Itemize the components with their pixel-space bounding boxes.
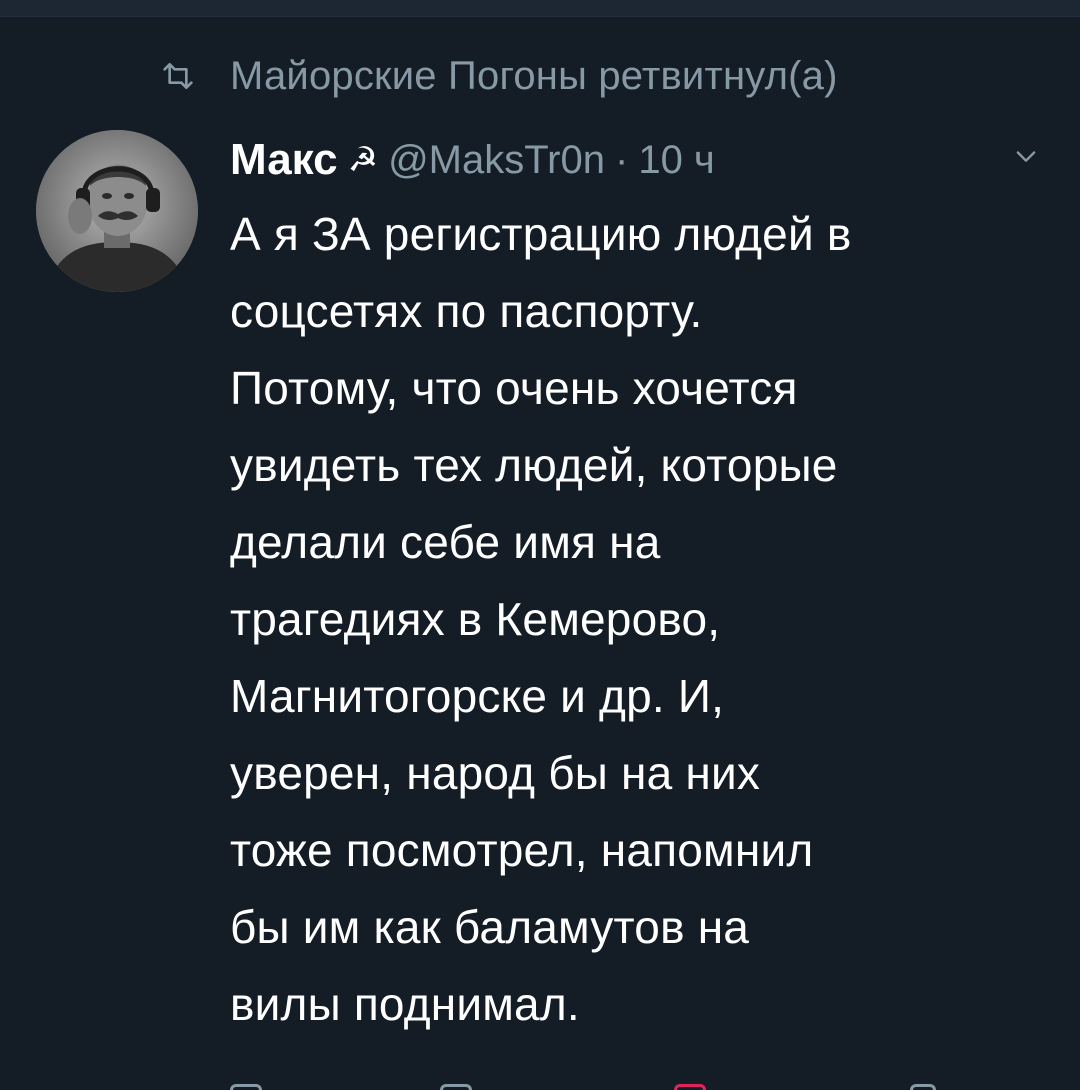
reply-icon[interactable] (230, 1084, 262, 1090)
retweet-icon[interactable] (440, 1084, 472, 1090)
avatar-image (36, 130, 198, 292)
chevron-down-icon[interactable] (1012, 142, 1040, 170)
meta-separator: · (615, 137, 629, 182)
tweet-text-line: соцсетях по паспорту. (230, 285, 703, 337)
retweet-icon (163, 62, 193, 89)
author-display-name[interactable]: Макс (230, 135, 338, 185)
tweet-text: А я ЗА регистрацию людей в соцсетях по п… (230, 196, 1060, 1043)
tweet-header: Макс ☭ @MaksTr0n · 10 ч (230, 132, 1060, 188)
tweet-text-line: А я ЗА регистрацию людей в (230, 208, 852, 260)
tweet-text-line: тоже посмотрел, напомнил (230, 824, 814, 876)
tweet-text-line: Магнитогорске и др. И, (230, 670, 725, 722)
tweet-text-line: бы им как баламутов на (230, 901, 750, 953)
tweet-text-line: уверен, народ бы на них (230, 747, 761, 799)
author-handle[interactable]: @MaksTr0n (388, 138, 605, 183)
tweet-action-bar (230, 1076, 1030, 1090)
tweet-text-line: вилы поднимал. (230, 978, 580, 1030)
tweet-text-line: трагедиях в Кемерово, (230, 593, 721, 645)
retweet-banner-text: Майорские Погоны ретвитнул(а) (230, 53, 838, 98)
tweet-text-line: Потому, что очень хочется (230, 362, 798, 414)
author-badge: ☭ (347, 141, 379, 179)
tweet-text-line: увидеть тех людей, которые (230, 439, 838, 491)
author-avatar[interactable] (36, 130, 198, 292)
tweet-timestamp[interactable]: 10 ч (638, 138, 714, 183)
tweet-text-line: делали себе имя на (230, 516, 661, 568)
retweet-banner[interactable]: Майорские Погоны ретвитнул(а) (158, 52, 838, 100)
like-icon[interactable] (674, 1084, 706, 1090)
top-divider (0, 0, 1080, 17)
share-icon[interactable] (910, 1084, 936, 1090)
